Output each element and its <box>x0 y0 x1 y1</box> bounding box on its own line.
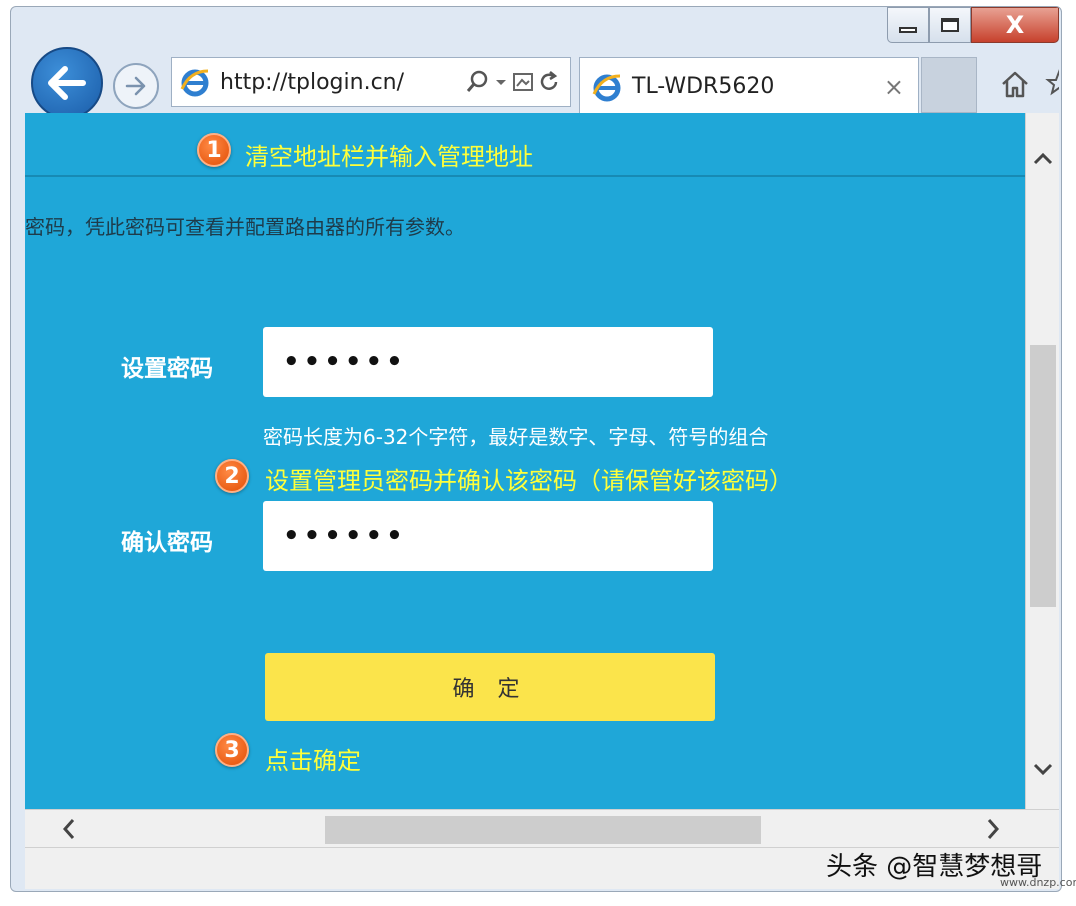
step-badge-2: 2 <box>215 459 249 493</box>
horizontal-scroll-thumb[interactable] <box>325 816 761 844</box>
scroll-up-icon[interactable] <box>1031 147 1055 171</box>
tab-title: TL-WDR5620 <box>632 74 775 99</box>
watermark-small: www.dnzp.com <box>1000 876 1076 889</box>
maximize-button[interactable] <box>929 7 971 43</box>
scroll-right-icon[interactable] <box>981 816 1005 842</box>
annotation-2-text: 设置管理员密码并确认该密码（请保管好该密码） <box>265 467 793 495</box>
confirm-password-label: 确认密码 <box>121 530 213 556</box>
annotation-1-text: 清空地址栏并输入管理地址 <box>245 143 533 171</box>
caption-buttons: X <box>887 7 1059 43</box>
address-url: http://tplogin.cn/ <box>220 69 405 95</box>
browser-window: X http://tplogin.cn/ TL-WDR5620 × 1 清空地址… <box>10 6 1062 892</box>
search-icon[interactable] <box>464 68 492 96</box>
new-tab-button[interactable] <box>921 57 977 113</box>
minimize-button[interactable] <box>887 7 929 43</box>
maximize-icon <box>941 18 959 32</box>
scroll-down-icon[interactable] <box>1031 757 1055 781</box>
annotation-3-text: 点击确定 <box>265 747 361 775</box>
favorites-icon[interactable] <box>1045 69 1059 97</box>
dropdown-arrow-icon[interactable] <box>492 68 510 96</box>
compatibility-view-icon[interactable] <box>510 68 536 96</box>
back-arrow-icon <box>48 66 86 100</box>
set-password-label: 设置密码 <box>121 356 213 382</box>
tab-close-icon[interactable]: × <box>884 73 904 101</box>
password-hint: 密码长度为6-32个字符，最好是数字、字母、符号的组合 <box>263 425 769 449</box>
horizontal-scrollbar[interactable] <box>25 809 1059 847</box>
scroll-left-icon[interactable] <box>57 816 81 842</box>
vertical-scroll-thumb[interactable] <box>1030 345 1056 607</box>
set-password-input[interactable]: •••••• <box>263 327 713 397</box>
page-viewport: 1 清空地址栏并输入管理地址 密码，凭此密码可查看并配置路由器的所有参数。 设置… <box>25 113 1025 809</box>
intro-text: 密码，凭此密码可查看并配置路由器的所有参数。 <box>25 215 465 239</box>
forward-arrow-icon <box>125 76 146 96</box>
tab-ie-logo-icon <box>590 70 624 104</box>
vertical-scrollbar[interactable] <box>1025 113 1059 809</box>
forward-button[interactable] <box>113 63 159 109</box>
step-badge-3: 3 <box>215 733 249 767</box>
home-icon <box>1002 71 1028 98</box>
confirm-password-input[interactable]: •••••• <box>263 501 713 571</box>
step-badge-1: 1 <box>197 133 231 167</box>
tab-tl-wdr5620[interactable]: TL-WDR5620 × <box>579 57 919 115</box>
address-tools <box>464 68 562 96</box>
back-button[interactable] <box>31 47 103 119</box>
address-bar[interactable]: http://tplogin.cn/ <box>171 57 571 107</box>
minimize-icon <box>899 27 917 33</box>
close-window-button[interactable]: X <box>971 7 1059 43</box>
header-divider <box>25 175 1025 177</box>
ie-logo-icon <box>178 65 212 99</box>
confirm-button[interactable]: 确 定 <box>265 653 715 721</box>
refresh-icon[interactable] <box>536 68 562 96</box>
close-icon: X <box>1005 11 1025 39</box>
home-button[interactable] <box>999 69 1031 103</box>
